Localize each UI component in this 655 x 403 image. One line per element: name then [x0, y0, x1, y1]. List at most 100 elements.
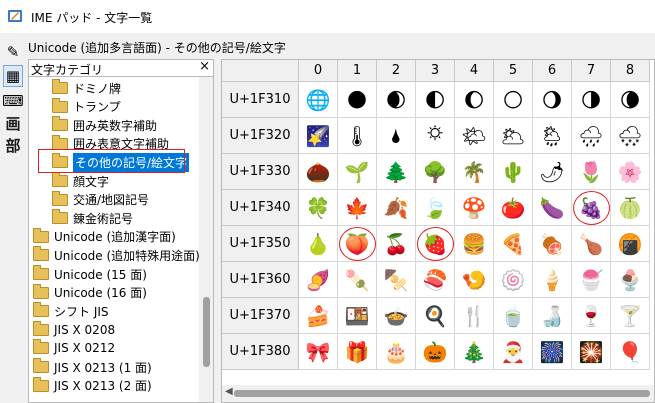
character-cell[interactable]: 🍷 [572, 298, 611, 334]
character-cell[interactable]: 🌴 [455, 154, 494, 190]
character-cell[interactable]: 🍡 [338, 262, 377, 298]
character-cell[interactable]: 🍇 [572, 190, 611, 226]
character-cell[interactable]: 🍰 [299, 298, 338, 334]
tree-item[interactable]: JIS X 0212 [33, 338, 115, 358]
character-cell[interactable]: 🍐 [299, 226, 338, 262]
character-cell[interactable]: 🎃 [416, 334, 455, 370]
character-cell[interactable]: 🍄 [455, 190, 494, 226]
character-cell[interactable]: 🍓 [416, 226, 455, 262]
character-list-tool-icon[interactable]: ▦ [3, 65, 23, 87]
tree-item[interactable]: トランプ [52, 97, 121, 117]
character-cell[interactable]: 🎄 [455, 334, 494, 370]
character-cell[interactable]: 🌕 [494, 82, 533, 118]
character-cell[interactable]: 🍅 [494, 190, 533, 226]
grid-scroll-thumb[interactable] [234, 390, 650, 397]
character-cell[interactable]: 🍈 [611, 190, 650, 226]
tree-item[interactable]: Unicode (追加特殊用途面) [33, 245, 200, 265]
character-cell[interactable]: 🍒 [377, 226, 416, 262]
tree-item[interactable]: JIS X 0213 (2 面) [33, 376, 152, 396]
character-cell[interactable]: 🍦 [533, 262, 572, 298]
character-cell[interactable]: 🎂 [377, 334, 416, 370]
character-cell[interactable]: 🎀 [299, 334, 338, 370]
character-cell[interactable]: 🌤 [455, 118, 494, 154]
character-cell[interactable]: 🌦 [533, 118, 572, 154]
character-cell[interactable]: 🍠 [299, 262, 338, 298]
character-cell[interactable]: 🍃 [416, 190, 455, 226]
character-cell[interactable]: 🌢 [377, 118, 416, 154]
character-cell[interactable]: 🍔 [455, 226, 494, 262]
character-cell[interactable]: 🎈 [611, 334, 650, 370]
ime-pad-app-icon [8, 10, 22, 22]
character-cell[interactable]: 🌑 [338, 82, 377, 118]
scroll-left-arrow-icon[interactable]: ◀ [225, 386, 233, 397]
tree-item[interactable]: Unicode (16 面) [33, 283, 147, 303]
character-cell[interactable]: 🌒 [377, 82, 416, 118]
character-cell[interactable]: 🌶 [533, 154, 572, 190]
character-cell[interactable]: 🌸 [611, 154, 650, 190]
character-cell[interactable]: 🍢 [377, 262, 416, 298]
character-cell[interactable]: 🌔 [455, 82, 494, 118]
character-cell[interactable]: 🍥 [494, 262, 533, 298]
character-cell[interactable]: 🍨 [611, 262, 650, 298]
character-cell[interactable]: 🍵 [494, 298, 533, 334]
character-cell[interactable]: 🌲 [377, 154, 416, 190]
character-cell[interactable]: 🍖 [533, 226, 572, 262]
character-cell[interactable]: 🍂 [377, 190, 416, 226]
tree-vertical-scrollbar[interactable] [199, 77, 213, 402]
character-cell[interactable]: 🎅 [494, 334, 533, 370]
character-cell[interactable]: 🍧 [572, 262, 611, 298]
character-cell[interactable]: 🌨 [611, 118, 650, 154]
soft-keyboard-tool-icon[interactable]: ⌨ [2, 90, 24, 112]
character-cell[interactable]: 🌗 [572, 82, 611, 118]
character-cell[interactable]: 🌰 [299, 154, 338, 190]
character-cell[interactable]: 🌖 [533, 82, 572, 118]
tree-item[interactable]: 交通/地図記号 [52, 190, 149, 210]
character-cell[interactable]: 🌓 [416, 82, 455, 118]
character-cell[interactable]: 🍣 [416, 262, 455, 298]
character-cell[interactable]: 🍗 [572, 226, 611, 262]
character-cell[interactable]: 🌥 [494, 118, 533, 154]
tree-item[interactable]: 囲み英数字補助 [52, 115, 157, 135]
tree-item[interactable]: 顔文字 [52, 171, 109, 191]
close-icon[interactable]: × [199, 59, 210, 74]
tree-item[interactable]: ドミノ牌 [52, 78, 121, 98]
character-cell[interactable]: 🍳 [416, 298, 455, 334]
tree-item[interactable]: 錬金術記号 [52, 208, 133, 228]
character-cell[interactable]: 🍶 [533, 298, 572, 334]
character-cell[interactable]: 🍑 [338, 226, 377, 262]
row-header: U+1F330 [222, 154, 299, 190]
tree-scroll-thumb[interactable] [203, 297, 210, 367]
character-cell[interactable]: 🌘 [611, 82, 650, 118]
character-cell[interactable]: 🌳 [416, 154, 455, 190]
character-cell[interactable]: 🍀 [299, 190, 338, 226]
tree-item[interactable]: シフト JIS [33, 301, 109, 321]
radical-tool[interactable]: 部 [3, 134, 23, 156]
character-cell[interactable]: 🍆 [533, 190, 572, 226]
tree-item[interactable]: JIS X 0213 (1 面) [33, 357, 152, 377]
tree-item[interactable]: Unicode (15 面) [33, 264, 147, 284]
character-cell[interactable]: 🌧 [572, 118, 611, 154]
character-cell[interactable]: 🍤 [455, 262, 494, 298]
character-cell[interactable]: 🌡 [338, 118, 377, 154]
character-cell[interactable]: 🍁 [338, 190, 377, 226]
character-cell[interactable]: 🍲 [377, 298, 416, 334]
character-cell[interactable]: 🌱 [338, 154, 377, 190]
character-cell[interactable]: 🎆 [533, 334, 572, 370]
character-cell[interactable]: 🍕 [494, 226, 533, 262]
character-cell[interactable]: 🌠 [299, 118, 338, 154]
total-strokes-tool[interactable]: 画 [3, 112, 23, 134]
character-cell[interactable]: 🍱 [338, 298, 377, 334]
character-cell[interactable]: 🍸 [611, 298, 650, 334]
character-cell[interactable]: 🍘 [611, 226, 650, 262]
grid-horizontal-scrollbar[interactable]: ◀ [222, 385, 654, 402]
character-cell[interactable]: 🌵 [494, 154, 533, 190]
character-cell[interactable]: 🎇 [572, 334, 611, 370]
character-cell[interactable]: 🌐 [299, 82, 338, 118]
character-cell[interactable]: 🌣 [416, 118, 455, 154]
tree-item[interactable]: JIS X 0208 [33, 320, 115, 340]
character-cell[interactable]: 🌷 [572, 154, 611, 190]
handwriting-tool-icon[interactable]: ✎ [3, 41, 23, 63]
character-cell[interactable]: 🍴 [455, 298, 494, 334]
character-cell[interactable]: 🎁 [338, 334, 377, 370]
tree-item[interactable]: Unicode (追加漢字面) [33, 227, 176, 247]
